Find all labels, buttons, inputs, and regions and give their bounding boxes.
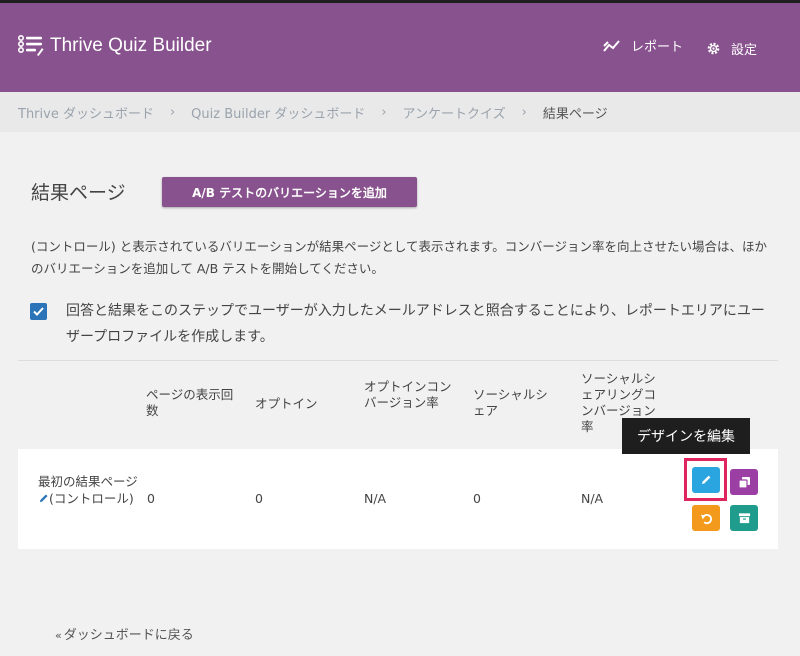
column-header-optin-rate: オプトインコンバージョン率	[364, 379, 452, 410]
breadcrumb-item-thrive-dashboard[interactable]: Thrive ダッシュボード	[18, 103, 154, 122]
breadcrumb-current: 結果ページ	[542, 106, 608, 122]
variation-name: 最初の結果ページ	[38, 474, 138, 489]
duplicate-button[interactable]	[730, 469, 758, 495]
chart-icon	[603, 39, 620, 52]
pencil-icon	[702, 475, 711, 484]
report-link[interactable]: レポート	[603, 36, 683, 55]
pencil-icon[interactable]	[38, 493, 49, 504]
breadcrumb-separator: ›	[521, 104, 527, 120]
user-profile-checkbox-label: 回答と結果をこのステップでユーザーが入力したメールアドレスと照合することにより、…	[66, 303, 765, 345]
back-to-dashboard-label: ダッシュボードに戻る	[63, 628, 194, 643]
archive-button[interactable]	[730, 505, 758, 531]
breadcrumb-item-quiz-builder-dashboard[interactable]: Quiz Builder ダッシュボード	[191, 103, 365, 122]
page-description: (コントロール) と表示されているバリエーションが結果ページとして表示されます。…	[31, 239, 767, 276]
breadcrumb-separator: ›	[169, 104, 176, 120]
column-header-shares: ソーシャルシェア	[473, 387, 548, 418]
optin-rate-cell: N/A	[364, 491, 387, 506]
reset-button[interactable]	[692, 505, 720, 531]
settings-label: 設定	[731, 43, 758, 58]
edit-design-button[interactable]	[692, 467, 720, 493]
copy-icon	[737, 476, 750, 489]
back-to-dashboard-link[interactable]: «ダッシュボードに戻る	[55, 624, 194, 643]
edit-design-tooltip: デザインを編集	[622, 418, 750, 454]
shares-cell: 0	[473, 491, 481, 506]
breadcrumb-separator: ›	[381, 104, 387, 120]
breadcrumb-item-quiz[interactable]: アンケートクイズ	[403, 103, 506, 122]
column-header-optins: オプトイン	[255, 396, 318, 411]
optins-cell: 0	[255, 491, 263, 506]
user-profile-checkbox[interactable]	[30, 303, 47, 320]
add-ab-variation-button[interactable]: A/B テストのバリエーションを追加	[162, 177, 417, 207]
share-rate-cell: N/A	[581, 491, 604, 506]
breadcrumb: Thrive ダッシュボード › Quiz Builder ダッシュボード › …	[0, 92, 800, 132]
app-header: Thrive Quiz Builder レポート 設定	[0, 3, 800, 92]
column-header-views: ページの表示回数	[146, 387, 234, 418]
divider	[18, 360, 778, 361]
checkmark-icon	[33, 307, 44, 316]
undo-icon	[700, 513, 712, 524]
page-title: 結果ページ	[31, 182, 126, 204]
views-cell: 0	[147, 491, 155, 506]
variation-name-cell: 最初の結果ページ (コントロール)	[38, 473, 138, 507]
variation-control-tag: (コントロール)	[49, 491, 134, 506]
app-brand: Thrive Quiz Builder	[18, 34, 212, 58]
gear-icon	[707, 42, 720, 55]
app-title: Thrive Quiz Builder	[50, 35, 212, 56]
double-chevron-left-icon: «	[55, 629, 62, 642]
archive-icon	[738, 513, 750, 524]
list-logo-icon	[18, 35, 44, 56]
report-label: レポート	[631, 40, 684, 55]
settings-link[interactable]: 設定	[706, 39, 757, 58]
